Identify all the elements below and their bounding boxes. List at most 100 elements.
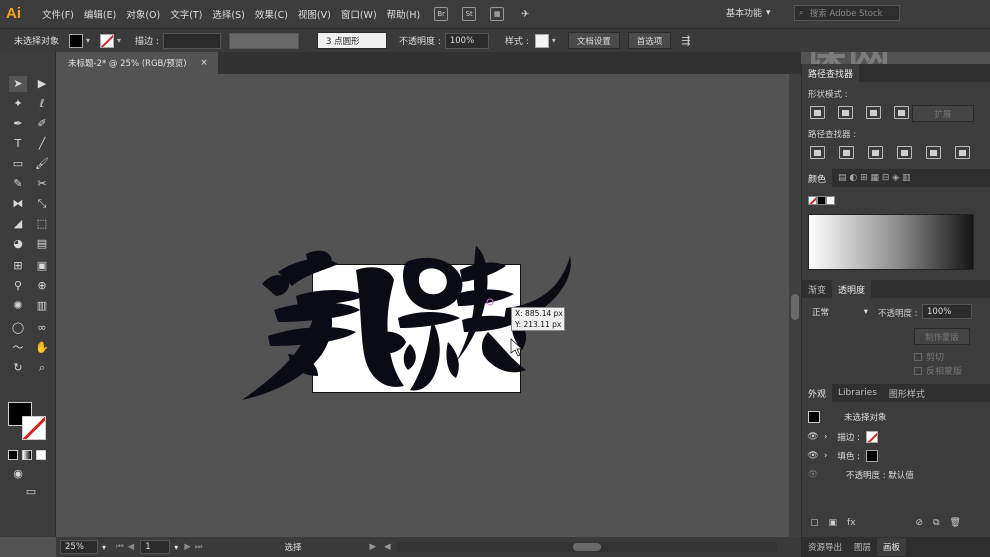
eye-icon[interactable]: 👁 xyxy=(806,432,820,442)
tab-asset-export[interactable]: 资源导出 xyxy=(802,538,848,556)
fx-icon[interactable]: fx xyxy=(847,518,856,528)
color-mode-icon[interactable] xyxy=(8,450,18,460)
expand-button[interactable]: 扩展 xyxy=(912,105,974,122)
trash-icon[interactable]: 🗑 xyxy=(950,518,961,528)
tab-color[interactable]: 颜色 xyxy=(802,169,833,187)
intersect-icon[interactable] xyxy=(866,106,881,119)
stock-icon[interactable]: St xyxy=(462,7,477,21)
expand-arrow-icon[interactable]: › xyxy=(824,432,827,442)
transparency-opacity-field[interactable]: 100% xyxy=(922,304,972,319)
perspective-grid-tool-icon[interactable]: ▤ xyxy=(33,236,51,252)
gradient-mode-icon[interactable] xyxy=(22,450,32,460)
next-artboard-icon[interactable]: ▶ xyxy=(184,542,191,552)
preferences-button[interactable]: 首选项 xyxy=(627,32,672,49)
blend-mode-select[interactable]: 正常 ▾ xyxy=(808,304,872,319)
clip-checkbox[interactable]: 剪切 xyxy=(914,350,944,363)
menu-type[interactable]: 文字(T) xyxy=(170,7,202,21)
chevron-down-icon[interactable]: ▾ xyxy=(102,543,106,552)
workspace-switcher[interactable]: 基本功能 ▾ xyxy=(726,5,786,20)
first-artboard-icon[interactable]: ⏮ xyxy=(116,542,124,552)
gpu-rocket-icon[interactable]: ✈ xyxy=(518,7,532,21)
type-tool-icon[interactable]: T xyxy=(9,136,27,152)
blend-tool-icon[interactable]: ⊕ xyxy=(33,278,51,294)
prev-artboard-icon[interactable]: ◀ xyxy=(128,542,135,552)
tab-libraries[interactable]: Libraries xyxy=(832,384,883,402)
last-artboard-icon[interactable]: ⏭ xyxy=(195,542,203,552)
tab-artboards[interactable]: 画板 xyxy=(877,538,907,556)
appearance-stroke-row[interactable]: 👁 › 描边 : xyxy=(806,428,982,446)
lasso-tool-icon[interactable]: ℓ xyxy=(33,96,51,112)
fill-stroke-swatches[interactable] xyxy=(8,402,52,444)
opacity-field[interactable]: 100% xyxy=(444,32,489,49)
white-swatch[interactable] xyxy=(826,196,835,205)
selection-tool-icon[interactable]: ➤ xyxy=(9,76,27,92)
search-input[interactable]: 搜索 Adobe Stock xyxy=(810,7,883,19)
menu-select[interactable]: 选择(S) xyxy=(212,7,244,21)
tab-pathfinder[interactable]: 路径查找器 xyxy=(802,64,860,82)
scissors-tool-icon[interactable]: ✂ xyxy=(33,176,51,192)
menu-help[interactable]: 帮助(H) xyxy=(387,7,421,21)
tab-transparency[interactable]: 透明度 xyxy=(832,280,872,298)
none-swatch[interactable] xyxy=(808,196,817,205)
zoom-field[interactable]: 25% xyxy=(60,540,98,554)
shape-builder-tool-icon[interactable]: ◕ xyxy=(9,236,27,252)
gradient-tool-icon[interactable]: ▣ xyxy=(33,258,51,274)
menu-edit[interactable]: 编辑(E) xyxy=(84,7,116,21)
magic-wand-tool-icon[interactable]: ✦ xyxy=(9,96,27,112)
expand-arrow-icon[interactable]: › xyxy=(824,451,827,461)
mesh-tool-icon[interactable]: ⊞ xyxy=(9,258,27,274)
minus-front-icon[interactable] xyxy=(838,106,853,119)
column-graph-tool-icon[interactable]: ▥ xyxy=(33,298,51,314)
black-swatch[interactable] xyxy=(817,196,826,205)
document-tab[interactable]: 未标题-2* @ 25% (RGB/预览) × xyxy=(56,52,218,74)
outline-icon[interactable] xyxy=(926,146,941,159)
make-mask-button[interactable]: 制作蒙版 xyxy=(914,328,970,345)
artboard-number-field[interactable]: 1 xyxy=(140,540,171,554)
color-guide-icon[interactable]: ▤ ◐ ⊞ ▦ ⊟ ◈ ▥ xyxy=(838,173,911,183)
eyedropper-tool-icon[interactable]: ⚲ xyxy=(9,278,27,294)
menu-file[interactable]: 文件(F) xyxy=(42,7,74,21)
eye-icon[interactable]: 👁 xyxy=(806,451,820,461)
menu-window[interactable]: 窗口(W) xyxy=(341,7,377,21)
invert-mask-checkbox[interactable]: 反相蒙版 xyxy=(914,364,962,377)
appearance-opacity-row[interactable]: 👁 不透明度 : 默认值 xyxy=(806,466,982,484)
status-arrow-icon[interactable]: ▶ xyxy=(369,542,376,552)
style-swatch[interactable] xyxy=(534,33,549,48)
clear-appearance-icon[interactable]: ⊘ xyxy=(916,518,924,528)
pen-tool-icon[interactable]: ✒ xyxy=(9,116,27,132)
stroke-weight-field[interactable] xyxy=(162,32,221,49)
appearance-fill-row[interactable]: 👁 › 填色 : xyxy=(806,447,982,465)
scroll-thumb[interactable] xyxy=(572,543,601,551)
minus-back-icon[interactable] xyxy=(955,146,970,159)
width-tool-icon[interactable]: ◢ xyxy=(9,216,27,232)
menu-effect[interactable]: 效果(C) xyxy=(255,7,288,21)
stroke-color-swatch[interactable] xyxy=(22,416,46,440)
menu-object[interactable]: 对象(O) xyxy=(126,7,160,21)
hand-tool-icon[interactable]: ✋ xyxy=(33,340,51,356)
line-tool-icon[interactable]: ╱ xyxy=(33,136,51,152)
rotate-tool-icon[interactable]: ↻ xyxy=(9,360,27,376)
screen-mode-icon[interactable]: ▭ xyxy=(22,484,40,500)
zoom-tool-icon[interactable]: ⌕ xyxy=(33,360,51,376)
free-transform-tool-icon[interactable]: ⬚ xyxy=(33,216,51,232)
draw-mode-icon[interactable]: ◉ xyxy=(9,466,27,482)
duplicate-item-icon[interactable]: ⧉ xyxy=(933,518,939,528)
horizontal-scrollbar[interactable] xyxy=(396,542,777,552)
canvas-area[interactable]: X: 885.14 px Y: 213.11 px xyxy=(56,74,801,537)
close-icon[interactable]: × xyxy=(201,58,208,68)
crop-icon[interactable] xyxy=(897,146,912,159)
variable-width-profile[interactable] xyxy=(228,32,299,49)
chevron-down-icon[interactable]: ▾ xyxy=(174,543,178,552)
tab-layers[interactable]: 图层 xyxy=(848,538,877,556)
exclude-icon[interactable] xyxy=(894,106,909,119)
stroke-swatch[interactable] xyxy=(100,33,115,48)
scroll-left-icon[interactable]: ◀ xyxy=(384,542,391,552)
paintbrush-tool-icon[interactable]: 🖌 xyxy=(33,156,51,172)
document-settings-button[interactable]: 文档设置 xyxy=(567,32,620,49)
none-mode-icon[interactable] xyxy=(36,450,46,460)
tab-graphic-styles[interactable]: 图形样式 xyxy=(883,384,931,402)
eraser-tool-icon[interactable]: 〜 xyxy=(9,340,27,356)
fill-row-swatch[interactable] xyxy=(865,450,878,462)
scroll-thumb[interactable] xyxy=(791,294,799,320)
tab-appearance[interactable]: 外观 xyxy=(802,384,833,402)
